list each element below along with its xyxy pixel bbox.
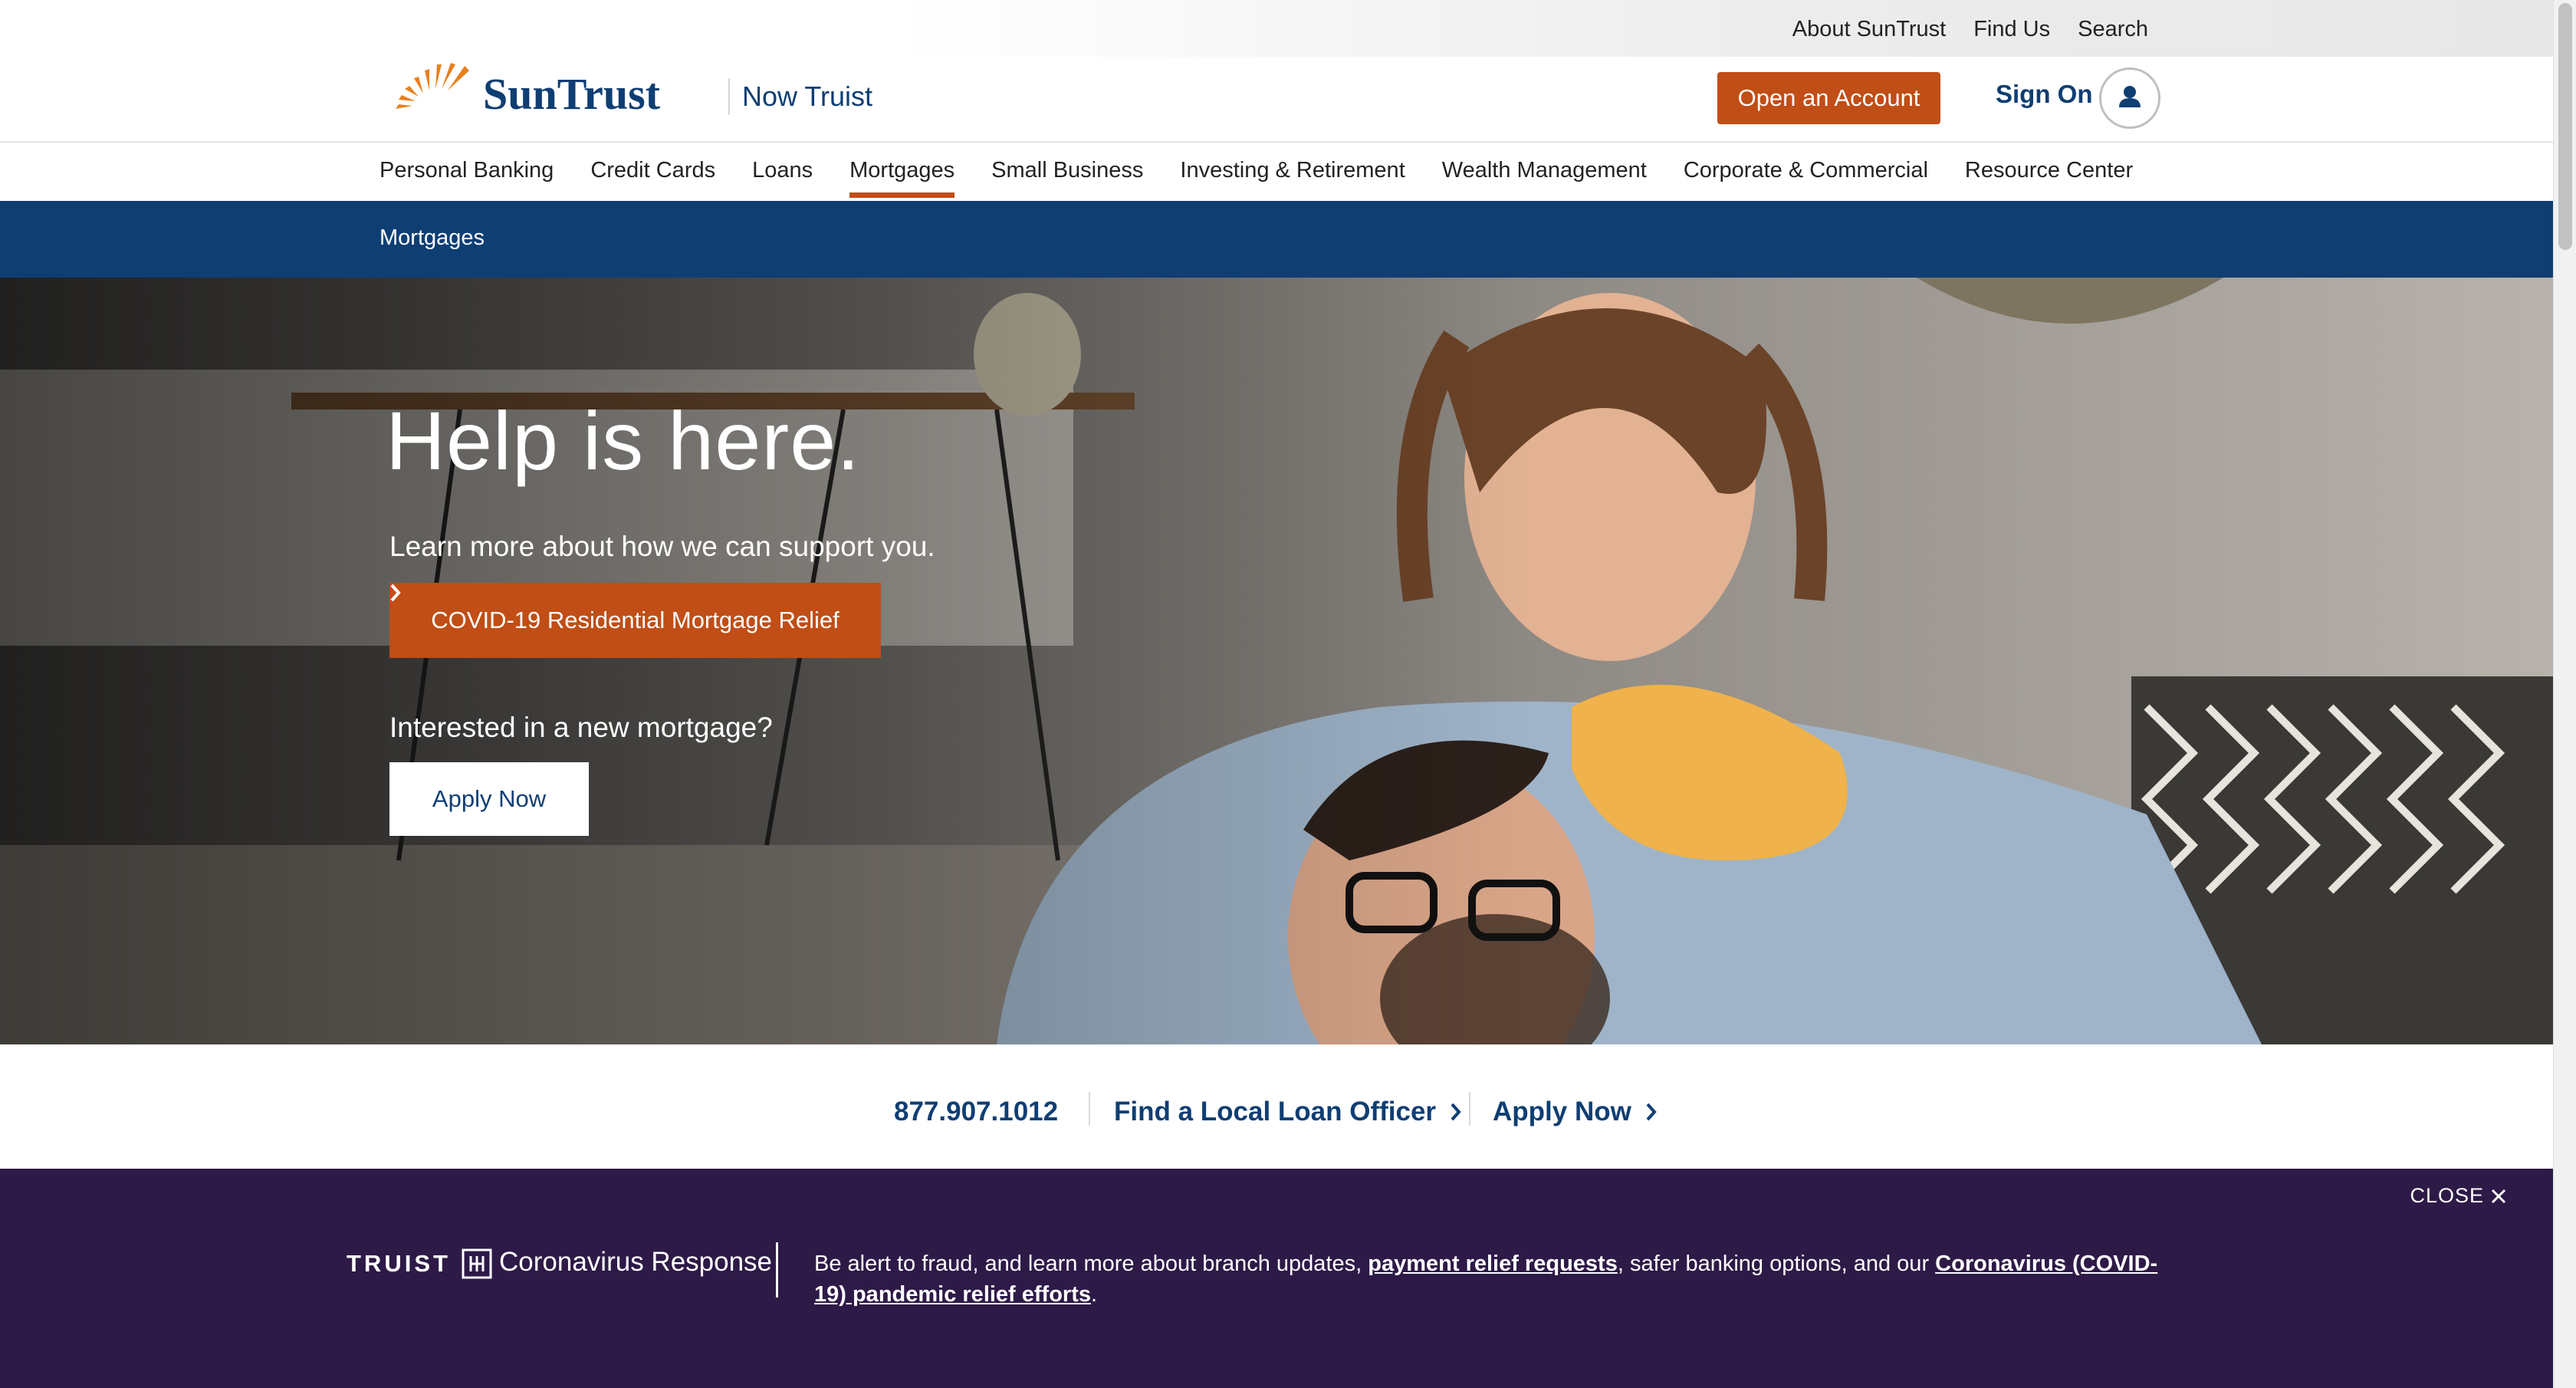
sun-rays-icon: [396, 63, 469, 109]
nav-item-loans[interactable]: Loans: [752, 143, 813, 201]
nav-item-credit-cards[interactable]: Credit Cards: [590, 143, 715, 201]
cta-apply-now-label: Apply Now: [1493, 1097, 1631, 1127]
hero-apply-now-button[interactable]: Apply Now: [389, 762, 589, 836]
nav-item-resource-center[interactable]: Resource Center: [1965, 143, 2133, 201]
covid-relief-button[interactable]: COVID-19 Residential Mortgage Relief: [389, 583, 881, 658]
close-label: CLOSE: [2410, 1184, 2484, 1207]
logo-tagline: Now Truist: [728, 78, 872, 115]
nav-item-wealth-management[interactable]: Wealth Management: [1442, 143, 1647, 201]
hero-subtitle: Learn more about how we can support you.: [389, 531, 935, 562]
main-nav: Personal Banking Credit Cards Loans Mort…: [0, 143, 2553, 201]
banner-text-part: .: [1091, 1282, 1098, 1307]
banner-text-part: Be alert to fraud, and learn more about …: [814, 1252, 1368, 1276]
page-scrollbar[interactable]: [2553, 0, 2576, 1388]
open-account-button[interactable]: Open an Account: [1717, 72, 1940, 124]
phone-link[interactable]: 877.907.1012: [894, 1097, 1058, 1127]
nav-item-personal-banking[interactable]: Personal Banking: [380, 143, 554, 201]
covid-relief-button-label: COVID-19 Residential Mortgage Relief: [431, 607, 840, 633]
nav-item-mortgages[interactable]: Mortgages: [849, 143, 955, 201]
hero-question: Interested in a new mortgage?: [389, 712, 773, 743]
truist-wordmark: TRUIST: [347, 1250, 451, 1277]
truist-mark-icon: [462, 1248, 492, 1279]
find-us-link[interactable]: Find Us: [1973, 17, 2050, 42]
hero-photo: [0, 278, 2553, 1044]
utility-links: About SunTrust Find Us Search: [1792, 17, 2148, 42]
chevron-right-icon: [390, 584, 401, 602]
utility-bar: About SunTrust Find Us Search: [0, 0, 2553, 57]
truist-logo: TRUIST: [347, 1248, 492, 1279]
cta-apply-now-link[interactable]: Apply Now: [1493, 1097, 1658, 1127]
coronavirus-response-heading: Coronavirus Response: [499, 1247, 773, 1277]
scrollbar-thumb[interactable]: [2558, 3, 2572, 250]
logo-wordmark: SunTrust: [483, 69, 661, 115]
hero-section: Help is here. Learn more about how we ca…: [0, 278, 2553, 1044]
banner-divider: [776, 1242, 778, 1298]
close-icon: [2491, 1189, 2506, 1203]
suntrust-logo[interactable]: SunTrust: [389, 31, 711, 115]
cta-row: 877.907.1012 Find a Local Loan Officer A…: [0, 1044, 2553, 1169]
coronavirus-banner: CLOSE TRUIST Coronavirus Response Be ale…: [0, 1169, 2553, 1388]
cta-divider: [1089, 1092, 1090, 1126]
user-icon-button[interactable]: [2099, 67, 2160, 129]
user-icon: [2119, 86, 2141, 107]
sign-on-link[interactable]: Sign On: [1996, 80, 2093, 109]
chevron-right-icon: [1451, 1103, 1461, 1121]
site-header: SunTrust Now Truist Open an Account Sign…: [0, 57, 2553, 143]
search-link[interactable]: Search: [2078, 17, 2148, 42]
cta-divider: [1469, 1092, 1470, 1126]
hero-title: Help is here.: [386, 394, 861, 487]
banner-message: Be alert to fraud, and learn more about …: [814, 1248, 2179, 1310]
chevron-right-icon: [1646, 1103, 1657, 1121]
payment-relief-link[interactable]: payment relief requests: [1368, 1252, 1618, 1276]
section-breadcrumb-band: Mortgages: [0, 201, 2553, 278]
find-loan-officer-label: Find a Local Loan Officer: [1114, 1097, 1437, 1127]
nav-item-corporate-commercial[interactable]: Corporate & Commercial: [1684, 143, 1928, 201]
find-loan-officer-link[interactable]: Find a Local Loan Officer: [1114, 1097, 1462, 1127]
close-banner-button[interactable]: CLOSE: [2410, 1184, 2507, 1208]
nav-item-investing-retirement[interactable]: Investing & Retirement: [1180, 143, 1405, 201]
banner-text-part: , safer banking options, and our: [1617, 1252, 1936, 1276]
breadcrumb-mortgages[interactable]: Mortgages: [380, 225, 485, 251]
about-suntrust-link[interactable]: About SunTrust: [1792, 17, 1946, 42]
nav-item-small-business[interactable]: Small Business: [991, 143, 1143, 201]
